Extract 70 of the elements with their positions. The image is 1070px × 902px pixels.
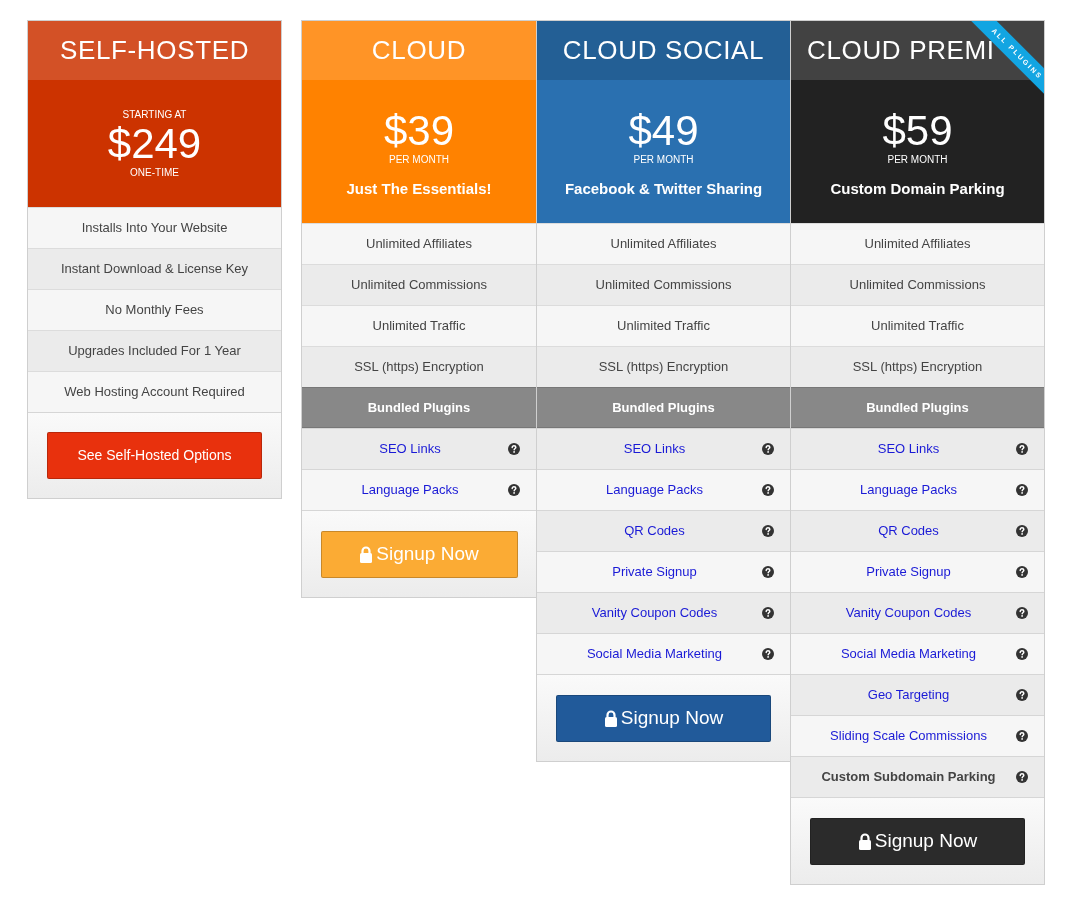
plan-title: CLOUD <box>371 34 467 67</box>
price-period: PER MONTH <box>633 154 694 167</box>
plugin-link[interactable]: SEO Links <box>877 439 940 459</box>
help-icon[interactable] <box>762 525 774 537</box>
plugin-link[interactable]: Language Packs <box>860 480 957 500</box>
plugin-link[interactable]: SEO Links <box>379 439 441 459</box>
plugin-link[interactable]: SEO Links <box>623 439 686 459</box>
lock-icon <box>603 709 618 727</box>
signup-button[interactable]: See Self-Hosted Options <box>47 432 262 479</box>
section-title: Bundled Plugins <box>866 398 969 417</box>
feature-text: Unlimited Commissions <box>595 276 732 295</box>
feature-text: Instant Download & License Key <box>60 260 249 279</box>
help-icon[interactable] <box>508 484 520 496</box>
feature-text: Unlimited Traffic <box>617 317 710 336</box>
help-icon[interactable] <box>762 607 774 619</box>
price-caption: STARTING AT <box>122 108 187 121</box>
help-icon[interactable] <box>1016 730 1028 742</box>
price: $249 <box>107 120 202 167</box>
feature-text: Unlimited Commissions <box>351 276 487 295</box>
plan-tagline: Just The Essentials! <box>346 179 492 200</box>
plan-title: CLOUD PREMI <box>807 35 995 67</box>
feature-text: Unlimited Affiliates <box>366 235 472 254</box>
feature-text: Web Hosting Account Required <box>64 383 245 402</box>
help-icon[interactable] <box>508 443 520 455</box>
plan-title: SELF-HOSTED <box>59 34 250 67</box>
plugin-link[interactable]: Private Signup <box>612 562 697 582</box>
plugin-link[interactable]: Geo Targeting <box>867 685 950 705</box>
help-icon[interactable] <box>1016 443 1028 455</box>
help-icon[interactable] <box>1016 566 1028 578</box>
feature-text: SSL (https) Encryption <box>598 358 729 377</box>
feature-text: No Monthly Fees <box>105 301 204 320</box>
plan-tagline: Facebook & Twitter Sharing <box>564 179 763 200</box>
plugin-link[interactable]: QR Codes <box>624 521 685 541</box>
price: $49 <box>628 108 699 155</box>
price-period: ONE-TIME <box>130 166 179 179</box>
help-icon[interactable] <box>1016 484 1028 496</box>
help-icon[interactable] <box>762 566 774 578</box>
help-icon[interactable] <box>762 648 774 660</box>
plugin-link[interactable]: Language Packs <box>606 480 703 500</box>
price-period: PER MONTH <box>389 154 449 167</box>
feature-text: Unlimited Affiliates <box>610 235 717 254</box>
section-title: Bundled Plugins <box>367 398 471 417</box>
lock-icon <box>857 832 872 850</box>
help-icon[interactable] <box>1016 771 1028 783</box>
help-icon[interactable] <box>762 443 774 455</box>
help-icon[interactable] <box>762 484 774 496</box>
plugin-link[interactable]: QR Codes <box>878 521 939 541</box>
feature-text: Unlimited Traffic <box>871 317 964 336</box>
help-icon[interactable] <box>1016 607 1028 619</box>
feature-text: SSL (https) Encryption <box>354 358 484 377</box>
plugin-link[interactable]: Private Signup <box>866 562 951 582</box>
price: $59 <box>882 108 953 155</box>
signup-button[interactable]: Signup Now <box>810 817 1025 865</box>
help-icon[interactable] <box>1016 648 1028 660</box>
feature-text: SSL (https) Encryption <box>852 358 983 377</box>
plan-title: CLOUD SOCIAL <box>562 34 765 67</box>
feature-text: Unlimited Affiliates <box>864 235 971 254</box>
feature-text: Installs Into Your Website <box>81 219 228 238</box>
section-title: Bundled Plugins <box>612 398 715 417</box>
plan-tagline: Custom Domain Parking <box>830 179 1005 200</box>
lock-icon <box>359 545 374 563</box>
price: $39 <box>383 108 455 155</box>
price-period: PER MONTH <box>887 154 948 167</box>
help-icon[interactable] <box>1016 689 1028 701</box>
feature-text: Unlimited Commissions <box>849 276 986 295</box>
feature-text: Unlimited Traffic <box>372 317 466 336</box>
plugin-name: Custom Subdomain Parking <box>821 768 996 787</box>
help-icon[interactable] <box>1016 525 1028 537</box>
signup-button[interactable]: Signup Now <box>556 694 771 742</box>
feature-text: Upgrades Included For 1 Year <box>68 342 241 361</box>
